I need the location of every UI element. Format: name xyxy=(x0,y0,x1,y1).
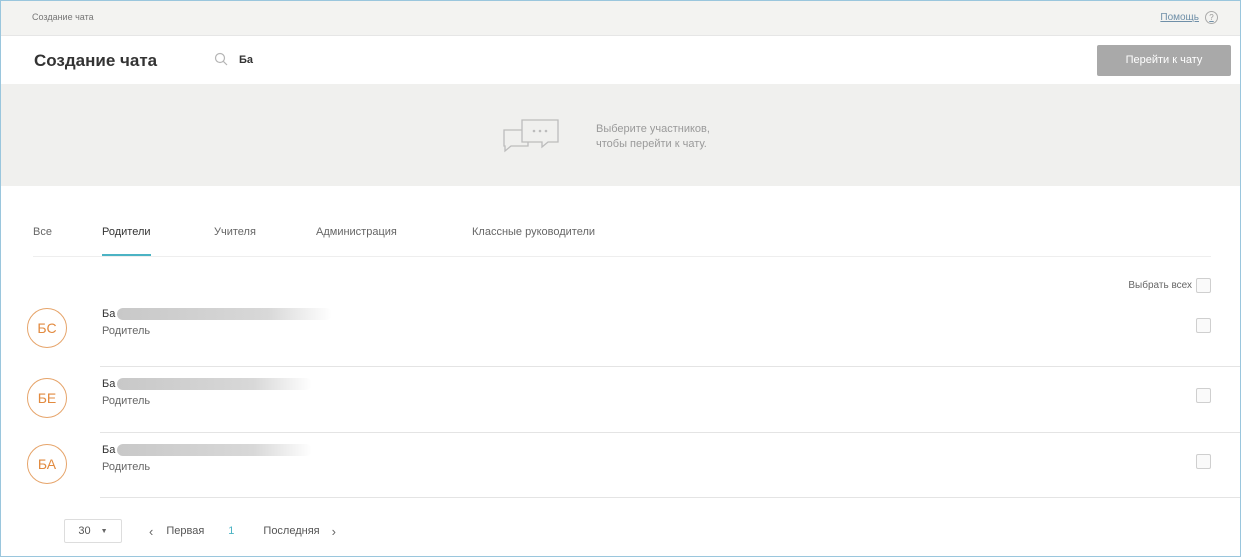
row-checkbox[interactable] xyxy=(1196,318,1211,333)
user-role: Родитель xyxy=(102,325,151,337)
header: Создание чата Перейти к чату xyxy=(1,36,1240,84)
list-item[interactable]: БА Ба Родитель xyxy=(1,433,1240,497)
first-page-link[interactable]: Первая xyxy=(166,525,204,537)
user-name-text: Ба xyxy=(102,308,116,320)
chat-bubbles-icon xyxy=(503,119,559,153)
user-name-text: Ба xyxy=(102,444,116,456)
redacted-name xyxy=(117,444,313,456)
tab-teachers[interactable]: Учителя xyxy=(214,226,256,254)
tab-parents[interactable]: Родители xyxy=(102,226,151,256)
row-divider xyxy=(100,497,1240,498)
top-bar: Создание чата Помощь ? xyxy=(1,1,1240,36)
user-role: Родитель xyxy=(102,395,151,407)
chevron-right-icon[interactable]: › xyxy=(332,524,336,539)
user-role: Родитель xyxy=(102,461,151,473)
search-input[interactable] xyxy=(239,50,439,70)
banner-message: Выберите участников, чтобы перейти к чат… xyxy=(596,122,710,152)
page-title: Создание чата xyxy=(34,51,158,70)
user-name: Ба xyxy=(102,444,313,456)
select-all-label: Выбрать всех xyxy=(1128,280,1192,291)
user-name-text: Ба xyxy=(102,378,116,390)
user-name: Ба xyxy=(102,308,333,320)
avatar: БА xyxy=(27,444,67,484)
help-label: Помощь xyxy=(1160,12,1199,23)
avatar: БЕ xyxy=(27,378,67,418)
redacted-name xyxy=(117,308,333,320)
row-checkbox[interactable] xyxy=(1196,454,1211,469)
question-icon: ? xyxy=(1205,11,1218,24)
search-icon xyxy=(214,52,228,66)
tab-administration[interactable]: Администрация xyxy=(316,226,397,254)
list-item[interactable]: БЕ Ба Родитель xyxy=(1,367,1240,431)
tab-all[interactable]: Все xyxy=(33,226,52,254)
help-link[interactable]: Помощь ? xyxy=(1160,11,1218,24)
select-all-checkbox[interactable] xyxy=(1196,278,1211,293)
page-size-value: 30 xyxy=(78,525,91,537)
chevron-left-icon[interactable]: ‹ xyxy=(149,524,153,539)
user-name: Ба xyxy=(102,378,313,390)
breadcrumb: Создание чата xyxy=(32,12,94,22)
row-checkbox[interactable] xyxy=(1196,388,1211,403)
avatar: БС xyxy=(27,308,67,348)
select-all[interactable]: Выбрать всех xyxy=(1128,278,1211,293)
page-size-select[interactable]: 30 ▼ xyxy=(64,519,122,543)
go-to-chat-button[interactable]: Перейти к чату xyxy=(1097,45,1231,76)
current-page[interactable]: 1 xyxy=(228,525,234,537)
banner-line-1: Выберите участников, xyxy=(596,123,710,135)
role-tabs: Все Родители Учителя Администрация Класс… xyxy=(33,226,1211,257)
redacted-name xyxy=(117,378,313,390)
chevron-down-icon: ▼ xyxy=(100,527,108,535)
list-item[interactable]: БС Ба Родитель xyxy=(1,297,1240,361)
last-page-link[interactable]: Последняя xyxy=(263,525,319,537)
pagination: 30 ▼ ‹ Первая 1 Последняя › xyxy=(64,518,336,544)
banner-line-2: чтобы перейти к чату. xyxy=(596,138,707,150)
tab-class-teachers[interactable]: Классные руководители xyxy=(472,226,595,254)
